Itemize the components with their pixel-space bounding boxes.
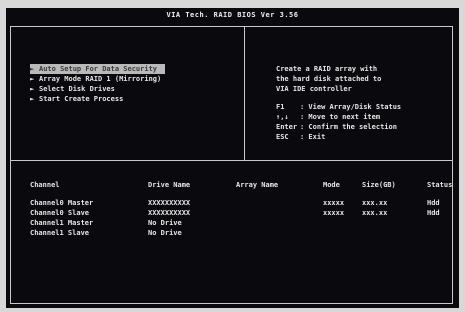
cell-drive-name: No Drive <box>148 229 182 237</box>
menu-item-label: Auto Setup For Data Security <box>39 65 158 73</box>
menu-item-label: Start Create Process <box>39 95 124 103</box>
column-header-size: Size(GB) <box>362 181 396 189</box>
cell-status: Hdd <box>427 199 440 207</box>
key-description: : Exit <box>300 133 326 141</box>
cell-status: Hdd <box>427 209 440 217</box>
cell-drive-name: No Drive <box>148 219 182 227</box>
help-key-enter: Enter: Confirm the selection <box>276 122 401 132</box>
raid-setup-menu: ► Auto Setup For Data Security ► Array Mod… <box>30 64 166 104</box>
key-label: Enter <box>276 123 298 131</box>
arrow-right-icon: ► <box>30 85 35 93</box>
horizontal-divider <box>10 160 453 161</box>
column-header-status: Status <box>427 181 453 189</box>
key-label: F1 <box>276 103 285 111</box>
help-key-arrows: ↑,↓ : Move to next item <box>276 112 401 122</box>
cell-channel: Channel0 Master <box>30 199 94 207</box>
cell-size: xxx.xx <box>362 209 388 217</box>
menu-item-auto-setup[interactable]: ► Auto Setup For Data Security <box>30 64 166 74</box>
table-row: Channel1 Master No Drive <box>30 218 455 228</box>
help-key-esc: ESC : Exit <box>276 132 401 142</box>
help-description-line: VIA IDE controller <box>276 85 352 93</box>
help-key-f1: F1 : View Array/Disk Status <box>276 102 401 112</box>
help-panel: Create a RAID array with the hard disk a… <box>276 64 401 142</box>
cell-mode: xxxxx <box>323 209 345 217</box>
key-label: ↑,↓ <box>276 113 289 121</box>
menu-item-start-create[interactable]: ► Start Create Process <box>30 94 165 104</box>
table-row: Channel0 Slave XXXXXXXXXX xxxxx xxx.xx H… <box>30 208 455 218</box>
menu-item-array-mode[interactable]: ► Array Mode RAID 1 (Mirroring) <box>30 74 165 84</box>
help-description-line: the hard disk attached to <box>276 75 382 83</box>
key-description: : View Array/Disk Status <box>300 103 402 111</box>
table-row: Channel1 Slave No Drive <box>30 228 455 238</box>
help-description-line: Create a RAID array with <box>276 65 378 73</box>
table-row: Channel0 Master XXXXXXXXXX xxxxx xxx.xx … <box>30 198 455 208</box>
column-header-channel: Channel <box>30 181 60 189</box>
channel-table: Channel Drive Name Array Name Mode Size(… <box>30 180 455 238</box>
vertical-divider <box>244 26 245 160</box>
cell-mode: xxxxx <box>323 199 345 207</box>
arrow-right-icon: ► <box>30 75 35 83</box>
arrow-right-icon: ► <box>30 95 35 103</box>
arrow-right-icon: ► <box>30 65 35 73</box>
column-header-mode: Mode <box>323 181 340 189</box>
menu-item-select-disk[interactable]: ► Select Disk Drives <box>30 84 165 94</box>
cell-channel: Channel1 Master <box>30 219 94 227</box>
cell-drive-name: XXXXXXXXXX <box>148 209 191 217</box>
menu-item-label: Array Mode RAID 1 (Mirroring) <box>39 75 162 83</box>
cell-drive-name: XXXXXXXXXX <box>148 199 191 207</box>
column-header-array-name: Array Name <box>236 181 279 189</box>
bios-screen: VIA Tech. RAID BIOS Ver 3.56 ► Auto Setup… <box>6 8 459 308</box>
key-description: : Move to next item <box>300 113 381 121</box>
table-header-row: Channel Drive Name Array Name Mode Size(… <box>30 180 455 190</box>
cell-channel: Channel1 Slave <box>30 229 90 237</box>
column-header-drive-name: Drive Name <box>148 181 191 189</box>
cell-channel: Channel0 Slave <box>30 209 90 217</box>
menu-item-label: Select Disk Drives <box>39 85 115 93</box>
bios-title: VIA Tech. RAID BIOS Ver 3.56 <box>166 11 299 19</box>
key-description: : Confirm the selection <box>300 123 397 131</box>
cell-size: xxx.xx <box>362 199 388 207</box>
key-label: ESC <box>276 133 289 141</box>
